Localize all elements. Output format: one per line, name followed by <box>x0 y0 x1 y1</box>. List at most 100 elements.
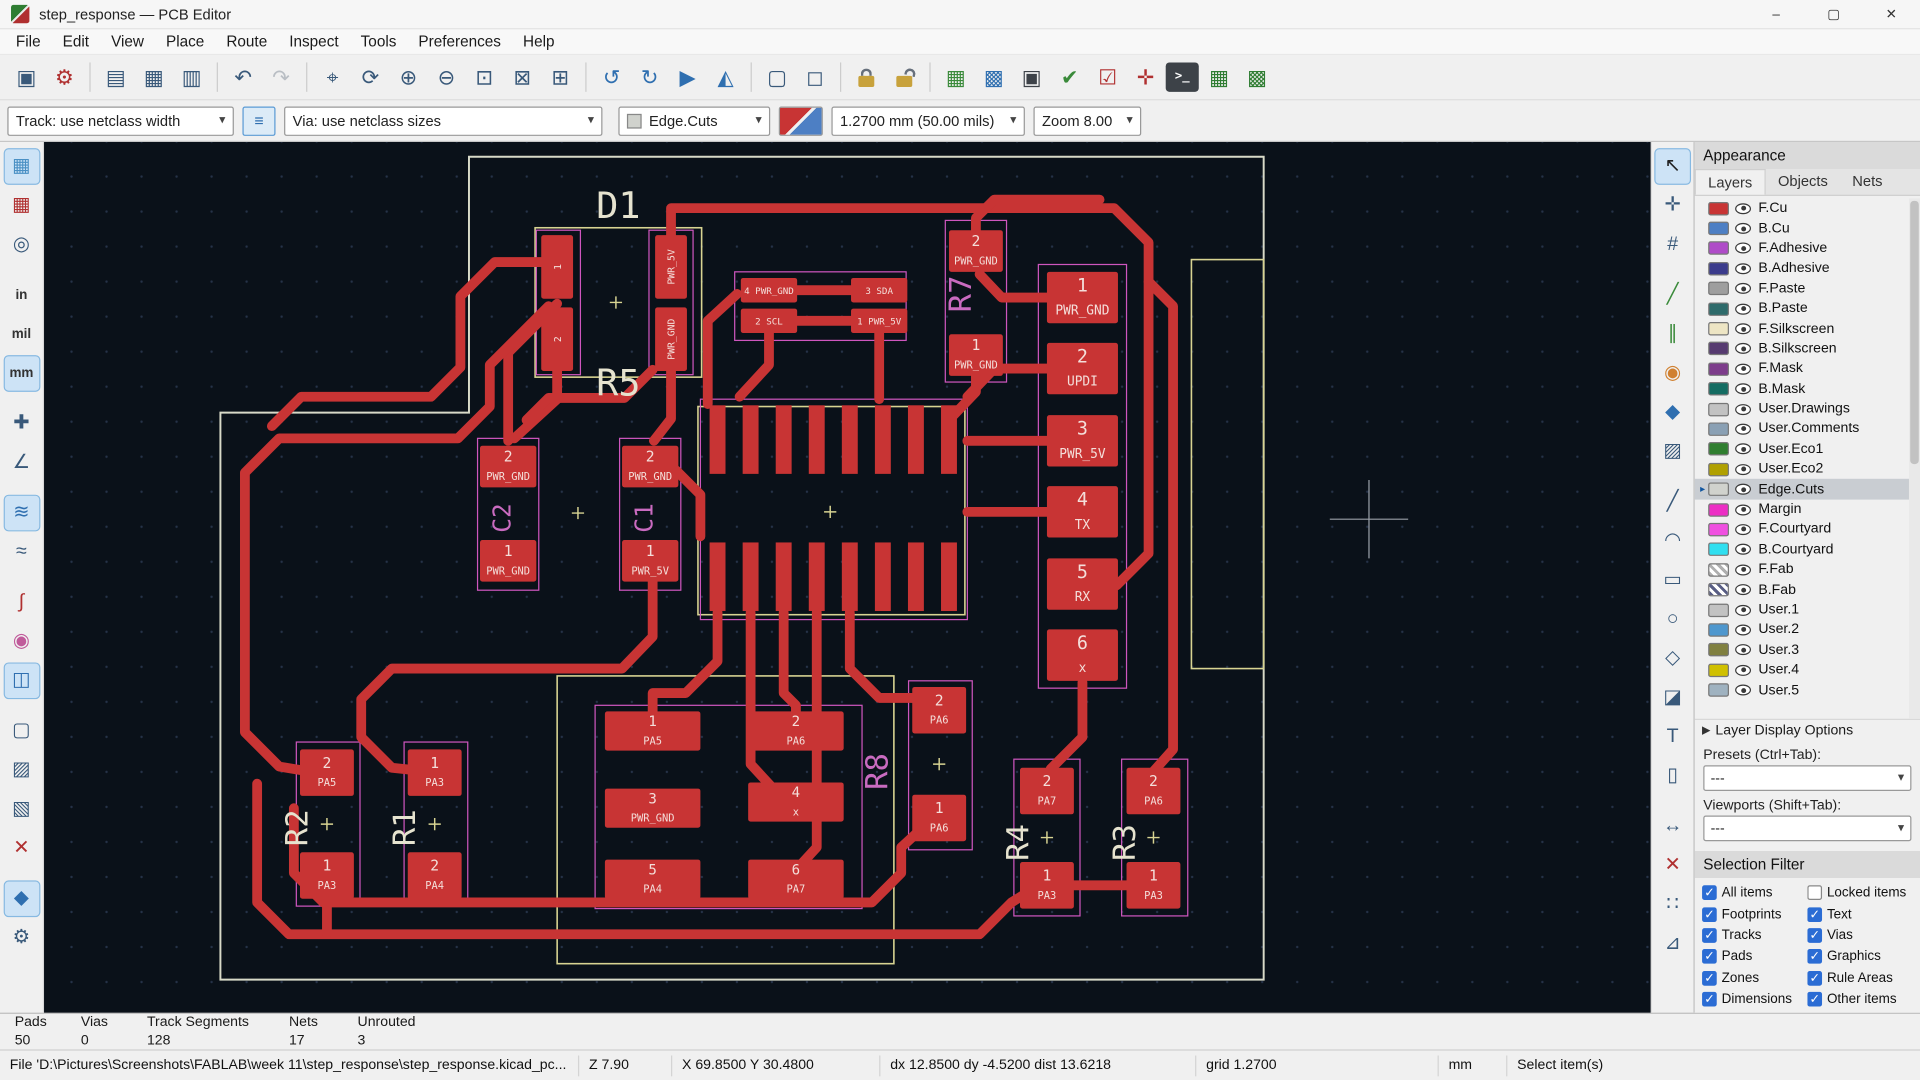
ic-pad[interactable] <box>941 542 957 611</box>
pcb-pad[interactable]: 1PA3 <box>300 852 354 899</box>
layer-row-user-drawings[interactable]: User.Drawings <box>1695 399 1920 419</box>
angle-mode-button[interactable]: ∠ <box>4 446 38 480</box>
layer-row-user-eco2[interactable]: User.Eco2 <box>1695 459 1920 479</box>
pcb-svg[interactable]: 1PWR_GND2UPDI3PWR_5V4TX5RX6x2PWR_GND1PWR… <box>44 142 1651 1013</box>
rect-tool-button[interactable]: ▭ <box>1656 563 1690 597</box>
pcb-pad[interactable]: 6x <box>1047 629 1118 680</box>
ic-pad[interactable] <box>710 542 726 611</box>
layer-row-edge-cuts[interactable]: ▸Edge.Cuts <box>1695 479 1920 499</box>
track-width-indicator-button[interactable]: ≡ <box>242 106 275 135</box>
refdes-label-c1[interactable]: C1 <box>630 503 659 532</box>
layer-row-f-fab[interactable]: F.Fab <box>1695 560 1920 580</box>
layer-row-user-eco1[interactable]: User.Eco1 <box>1695 439 1920 459</box>
pad-sketch-button[interactable]: ◫ <box>4 664 38 698</box>
layer-row-user-3[interactable]: User.3 <box>1695 640 1920 660</box>
menu-route[interactable]: Route <box>215 31 278 53</box>
layer-row-user-5[interactable]: User.5 <box>1695 680 1920 700</box>
pcb-pad[interactable]: PWR_GND <box>655 307 687 371</box>
track-sketch-button[interactable]: ∫ <box>4 585 38 619</box>
properties-panel-button[interactable]: ⚙ <box>4 921 38 955</box>
ic-pad[interactable] <box>908 542 924 611</box>
zone-hatch-button[interactable]: ▨ <box>4 753 38 787</box>
menu-help[interactable]: Help <box>512 31 566 53</box>
refdes-label-r2[interactable]: R2 <box>280 809 315 846</box>
menu-preferences[interactable]: Preferences <box>407 31 512 53</box>
panel-scrollbar[interactable] <box>1909 198 1920 718</box>
route-track-tool-button[interactable]: ╱ <box>1656 278 1690 312</box>
console-button[interactable]: >_ <box>1166 62 1199 91</box>
filter-pads[interactable]: ✓Pads <box>1702 947 1807 967</box>
pcb-pad[interactable]: 3PWR_5V <box>1047 415 1118 466</box>
pcb-pad[interactable]: 4TX <box>1047 486 1118 537</box>
checkbox-pads[interactable]: ✓ <box>1702 949 1717 964</box>
menu-inspect[interactable]: Inspect <box>278 31 349 53</box>
layer-row-user-1[interactable]: User.1 <box>1695 600 1920 620</box>
checkbox-all-items[interactable]: ✓ <box>1702 886 1717 901</box>
layer-row-f-courtyard[interactable]: F.Courtyard <box>1695 519 1920 539</box>
zoom-out-button[interactable]: ⊖ <box>429 59 465 95</box>
high-contrast-button[interactable]: ◆ <box>4 882 38 916</box>
filter-text[interactable]: ✓Text <box>1807 904 1912 924</box>
pcb-pad[interactable]: 2PA6 <box>748 711 844 750</box>
text-tool-button[interactable]: T <box>1656 720 1690 754</box>
menu-file[interactable]: File <box>5 31 52 53</box>
tab-objects[interactable]: Objects <box>1766 169 1840 195</box>
layer-row-b-silkscreen[interactable]: B.Silkscreen <box>1695 339 1920 359</box>
layer-visibility-icon[interactable] <box>1735 524 1751 535</box>
zoom-in-button[interactable]: ⊕ <box>391 59 427 95</box>
checkbox-footprints[interactable]: ✓ <box>1702 907 1717 922</box>
view-redo-button[interactable]: ↻ <box>632 59 668 95</box>
layer-color-swatch[interactable] <box>1708 262 1729 275</box>
checkbox-tracks[interactable]: ✓ <box>1702 928 1717 943</box>
pcb-pad[interactable]: 5RX <box>1047 558 1118 609</box>
pcb-pad[interactable]: 3 SDA <box>851 278 907 302</box>
drc-button[interactable]: ☑ <box>1090 59 1126 95</box>
cursor-style-button[interactable]: ✚ <box>4 407 38 441</box>
unlock-button[interactable] <box>887 59 923 95</box>
via-sketch-button[interactable]: ◉ <box>4 624 38 658</box>
layer-visibility-icon[interactable] <box>1735 604 1751 615</box>
delete-tool-button[interactable]: ✕ <box>1656 849 1690 883</box>
pad-array-tool-button[interactable]: ∷ <box>1656 888 1690 922</box>
layer-visibility-icon[interactable] <box>1735 283 1751 294</box>
highlight-net-tool-button[interactable]: ✛ <box>1656 189 1690 223</box>
units-mm-button[interactable]: mm <box>4 356 38 390</box>
grid-override-button[interactable]: ▦ <box>4 189 38 223</box>
layer-color-swatch[interactable] <box>1708 503 1729 516</box>
layer-row-f-cu[interactable]: F.Cu <box>1695 198 1920 218</box>
refdes-label-c2[interactable]: C2 <box>488 503 517 532</box>
menu-place[interactable]: Place <box>155 31 215 53</box>
checkbox-graphics[interactable]: ✓ <box>1807 949 1822 964</box>
checkbox-zones[interactable]: ✓ <box>1702 971 1717 986</box>
ic-pad[interactable] <box>842 542 858 611</box>
grid-toggle-button[interactable]: ▦ <box>4 149 38 183</box>
layer-color-swatch[interactable] <box>1708 342 1729 355</box>
layer-visibility-icon[interactable] <box>1735 404 1751 415</box>
footprint-editor-button[interactable]: ▦ <box>938 59 974 95</box>
layer-visibility-icon[interactable] <box>1735 464 1751 475</box>
minimize-button[interactable]: – <box>1747 0 1805 28</box>
layer-color-swatch[interactable] <box>1708 202 1729 215</box>
pcb-pad[interactable]: 2PA7 <box>1020 768 1074 815</box>
active-layer-dropdown[interactable]: Edge.Cuts ▾ <box>618 106 770 135</box>
layer-color-swatch[interactable] <box>1708 623 1729 636</box>
plot-button[interactable]: ▥ <box>174 59 210 95</box>
plugin-manager-button[interactable]: ▩ <box>1239 59 1275 95</box>
close-button[interactable]: ✕ <box>1862 0 1920 28</box>
redo-button[interactable]: ↷ <box>263 59 299 95</box>
pcb-pad[interactable]: 5PA4 <box>605 860 701 899</box>
forward-button[interactable]: ▶ <box>670 59 706 95</box>
units-mils-button[interactable]: mil <box>4 317 38 351</box>
diff-pair-tool-button[interactable]: ∥ <box>1656 317 1690 351</box>
maximize-button[interactable]: ▢ <box>1805 0 1863 28</box>
ratsnest-toggle-button[interactable]: ≋ <box>4 496 38 530</box>
filter-tracks[interactable]: ✓Tracks <box>1702 925 1807 945</box>
measure-tool-button[interactable]: ⊿ <box>1656 927 1690 961</box>
filter-zones[interactable]: ✓Zones <box>1702 968 1807 988</box>
highlight-net-button[interactable]: ✛ <box>1128 59 1164 95</box>
group-button[interactable]: ▢ <box>759 59 795 95</box>
layer-color-swatch[interactable] <box>1708 402 1729 415</box>
update-pcb-button[interactable]: ▣ <box>1014 59 1050 95</box>
presets-dropdown[interactable]: --- ▾ <box>1703 765 1911 791</box>
pcb-pad[interactable]: 2PA4 <box>408 852 462 899</box>
